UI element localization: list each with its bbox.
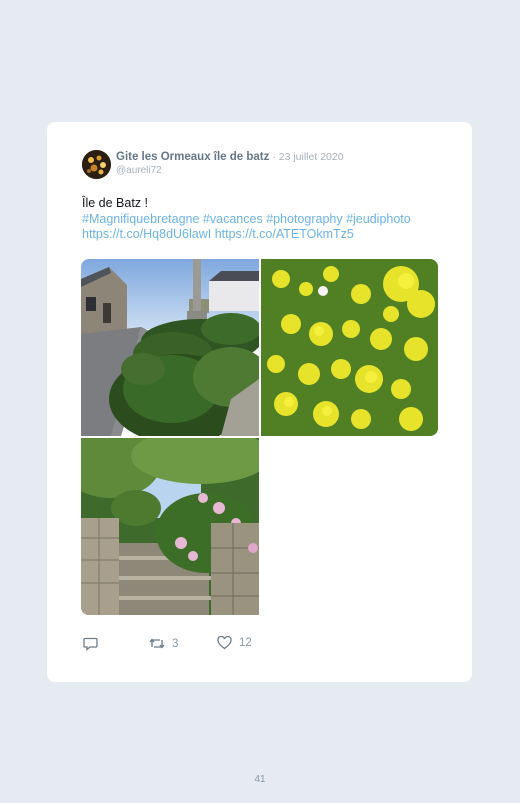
tweet-date[interactable]: 23 juillet 2020 <box>279 151 344 163</box>
tweet-photo-2[interactable] <box>261 259 438 436</box>
page-number: 41 <box>254 774 266 785</box>
author-name[interactable]: Gite les Ormeaux île de batz <box>116 151 269 163</box>
retweet-button[interactable]: 3 <box>149 636 178 651</box>
author-line: Gite les Ormeaux île de batz · 23 juille… <box>116 151 344 163</box>
tweet-card: Gite les Ormeaux île de batz · 23 juille… <box>47 122 472 682</box>
date-separator: · <box>269 151 279 163</box>
tweet-links[interactable]: https://t.co/Hq8dU6lawI https://t.co/ATE… <box>82 227 452 243</box>
retweet-icon <box>149 636 165 651</box>
tweet-actions: 3 12 <box>83 636 283 654</box>
tweet-text-line: Île de Batz ! <box>82 196 149 210</box>
reply-icon <box>83 636 98 651</box>
like-button[interactable]: 12 <box>217 636 252 650</box>
retweet-count: 3 <box>172 637 179 650</box>
tweet-photo-1[interactable] <box>81 259 259 436</box>
tweet-photo-3[interactable] <box>81 438 259 615</box>
reply-button[interactable] <box>83 636 98 651</box>
like-count: 12 <box>239 637 252 649</box>
avatar[interactable] <box>82 150 111 179</box>
tweet-text: Île de Batz ! #Magnifiquebretagne #vacan… <box>82 196 452 243</box>
heart-icon <box>217 636 232 650</box>
hashtags[interactable]: #Magnifiquebretagne #vacances #photograp… <box>82 212 452 228</box>
author-handle[interactable]: @aureli72 <box>116 165 162 176</box>
